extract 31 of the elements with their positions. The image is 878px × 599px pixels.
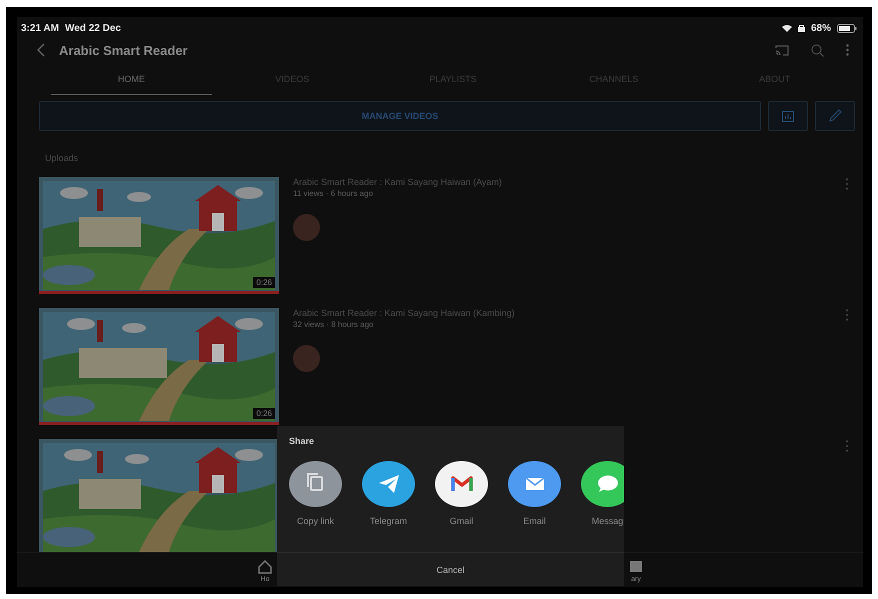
- tab[interactable]: HOME: [51, 65, 212, 95]
- video-duration: 0:26: [253, 408, 275, 419]
- analytics-button[interactable]: [768, 101, 808, 131]
- channel-title: Arabic Smart Reader: [59, 42, 188, 58]
- edit-button[interactable]: [815, 101, 855, 131]
- home-icon: [256, 557, 274, 575]
- chart-icon: [782, 110, 794, 122]
- share-target[interactable]: Telegram: [362, 461, 415, 531]
- cancel-button[interactable]: Cancel: [277, 552, 624, 586]
- search-icon[interactable]: [811, 44, 824, 56]
- video-meta: 11 views · 6 hours ago: [293, 189, 374, 198]
- share-target[interactable]: Messag: [581, 461, 624, 531]
- section-title: Uploads: [44, 152, 80, 165]
- avatar: [293, 345, 320, 372]
- cast-icon[interactable]: [775, 44, 789, 56]
- battery-icon: [837, 24, 857, 32]
- share-target[interactable]: Email: [508, 461, 561, 531]
- share-target[interactable]: Gmail: [435, 461, 488, 531]
- share-title: Share: [288, 435, 316, 448]
- battery-percent: 68%: [810, 22, 831, 34]
- wifi-icon: [782, 24, 792, 32]
- more-icon[interactable]: [846, 44, 849, 56]
- back-icon[interactable]: [37, 43, 45, 57]
- share-target[interactable]: Copy link: [289, 461, 342, 531]
- status-date: Wed 22 Dec: [64, 22, 121, 34]
- status-time: 3:21 AM: [21, 22, 59, 34]
- avatar: [293, 214, 320, 241]
- video-duration: 0:26: [253, 277, 275, 288]
- pencil-icon: [828, 109, 842, 123]
- lock-icon: [798, 24, 805, 32]
- video-meta: 32 views · 8 hours ago: [293, 320, 374, 329]
